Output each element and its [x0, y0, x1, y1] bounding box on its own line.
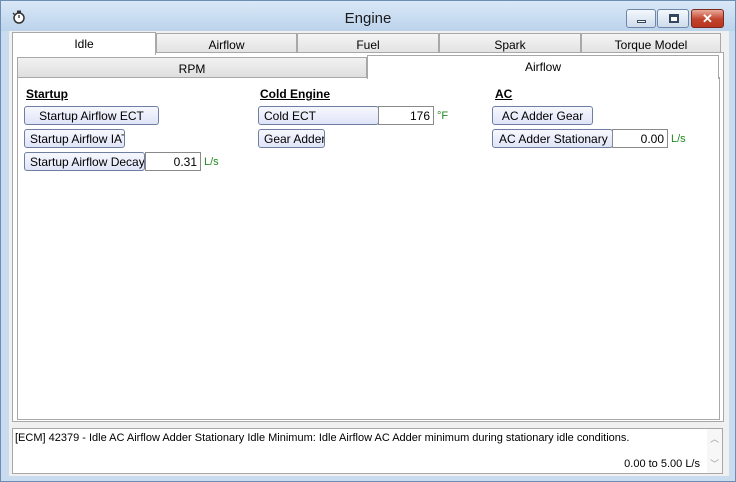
- ac-adder-stationary-minimum-unit: L/s: [671, 133, 686, 145]
- scroll-down-icon[interactable]: ﹀: [710, 457, 719, 470]
- close-button[interactable]: ✕: [691, 9, 724, 28]
- minimize-button[interactable]: [626, 9, 656, 28]
- ac-adder-gear-button[interactable]: AC Adder Gear: [492, 106, 593, 125]
- parameter-range: 0.00 to 5.00 L/s: [624, 458, 700, 470]
- subtab-rpm[interactable]: RPM: [17, 57, 367, 78]
- maximize-icon: [669, 14, 679, 23]
- startup-airflow-decay-value[interactable]: 0.31: [145, 152, 201, 171]
- maximize-button[interactable]: [657, 9, 689, 28]
- close-icon: ✕: [702, 11, 713, 26]
- parameter-description: [ECM] 42379 - Idle AC Airflow Adder Stat…: [15, 432, 630, 444]
- minimize-icon: [637, 20, 646, 23]
- startup-airflow-ect-button[interactable]: Startup Airflow ECT: [24, 106, 159, 125]
- ac-adder-stationary-minimum-value[interactable]: 0.00: [612, 129, 668, 148]
- description-scrollbar[interactable]: ︿ ﹀: [707, 429, 722, 473]
- startup-section-title: Startup: [26, 87, 68, 101]
- startup-airflow-decay-unit: L/s: [204, 156, 219, 168]
- engine-window: Engine ✕ Idle Airflow Fuel Spark Torque …: [0, 0, 736, 482]
- ac-section-title: AC: [495, 87, 513, 101]
- cold-ect-button[interactable]: Cold ECT: [258, 106, 379, 125]
- description-panel: [ECM] 42379 - Idle AC Airflow Adder Stat…: [12, 428, 723, 474]
- airflow-subtab-panel: Startup Startup Airflow ECT Startup Airf…: [17, 77, 720, 420]
- idle-tab-panel: RPM Airflow Startup Startup Airflow ECT …: [12, 52, 724, 422]
- ac-adder-stationary-minimum-button[interactable]: AC Adder Stationary Minimum: [492, 129, 613, 148]
- scroll-up-icon[interactable]: ︿: [710, 432, 719, 445]
- client-area: Idle Airflow Fuel Spark Torque Model RPM…: [9, 31, 729, 476]
- tab-idle[interactable]: Idle: [12, 32, 156, 55]
- gear-adder-button[interactable]: Gear Adder: [258, 129, 325, 148]
- startup-airflow-decay-button[interactable]: Startup Airflow Decay: [24, 152, 145, 171]
- startup-airflow-iat-button[interactable]: Startup Airflow IAT: [24, 129, 125, 148]
- cold-engine-section-title: Cold Engine: [260, 87, 330, 101]
- subtab-airflow[interactable]: Airflow: [367, 55, 719, 79]
- window-title: Engine: [344, 10, 392, 27]
- title-bar[interactable]: Engine ✕: [1, 1, 735, 31]
- cold-ect-unit: °F: [437, 110, 449, 122]
- cold-ect-value[interactable]: 176: [378, 106, 434, 125]
